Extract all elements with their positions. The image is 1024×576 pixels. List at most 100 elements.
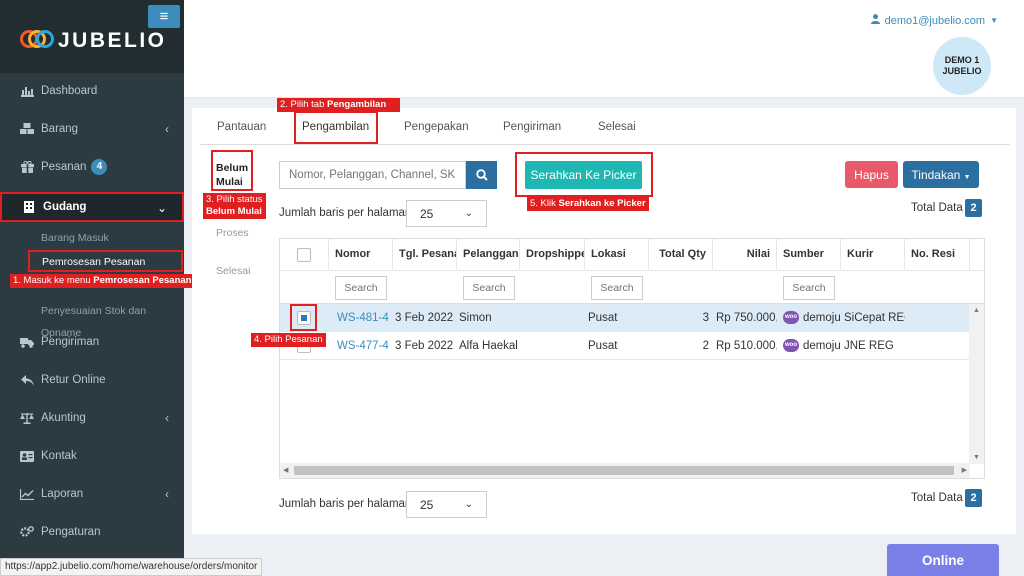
order-count-badge: 4 xyxy=(91,159,108,175)
chart-icon xyxy=(20,86,34,97)
sidebar-item-kontak[interactable]: Kontak xyxy=(0,437,184,475)
total-data-badge: 2 xyxy=(965,199,982,217)
sidebar-item-retur-online[interactable]: Retur Online xyxy=(0,361,184,399)
tab-pengepakan[interactable]: Pengepakan xyxy=(404,121,469,133)
sidebar-subitem-pemrosesan-pesanan[interactable]: Pemrosesan Pesanan xyxy=(28,250,183,272)
status-selesai[interactable]: Selesai xyxy=(216,265,250,277)
order-number-link[interactable]: WS-477-4 xyxy=(334,332,390,360)
source: woo demoju xyxy=(783,339,841,353)
horizontal-scroll-thumb[interactable] xyxy=(294,466,954,475)
sidebar-item-gudang[interactable]: Gudang ⌄ xyxy=(0,192,184,222)
highlight-status-belum-mulai xyxy=(211,150,253,191)
filter-pelanggan-input[interactable] xyxy=(463,276,515,300)
column-header-sumber[interactable]: Sumber xyxy=(777,239,841,270)
sidebar-item-label: Pengaturan xyxy=(41,526,101,538)
column-header-pelanggan[interactable]: Pelanggan xyxy=(457,239,520,270)
column-header-kurir[interactable]: Kurir xyxy=(841,239,905,270)
sidebar-item-akunting[interactable]: Akunting ‹ xyxy=(0,399,184,437)
scroll-right-icon[interactable]: ▶ xyxy=(962,466,967,474)
scroll-up-icon[interactable]: ▲ xyxy=(973,307,980,314)
filter-sumber-input[interactable] xyxy=(783,276,835,300)
line-chart-icon xyxy=(20,488,34,500)
sidebar-item-pengiriman[interactable]: Pengiriman xyxy=(0,323,184,361)
sidebar-subitem-penyesuaian-stok[interactable]: Penyesuaian Stok dan Opname xyxy=(0,300,184,339)
tab-pantauan[interactable]: Pantauan xyxy=(217,121,266,133)
order-date: 3 Feb 2022 0 xyxy=(395,340,456,352)
sidebar-item-label: Laporan xyxy=(41,488,84,500)
column-header-lokasi[interactable]: Lokasi xyxy=(585,239,649,270)
total-data-label: Total Data xyxy=(911,202,963,214)
balance-scale-icon xyxy=(20,412,34,424)
order-number-link[interactable]: WS-481-4 xyxy=(334,304,390,332)
column-header-nomor[interactable]: Nomor xyxy=(329,239,393,270)
scroll-left-icon[interactable]: ◀ xyxy=(283,466,288,474)
sidebar-item-laporan[interactable]: Laporan ‹ xyxy=(0,475,184,513)
table-row[interactable]: WS-481-4 3 Feb 2022 0 Simon Pusat 3 Rp 7… xyxy=(280,304,970,332)
horizontal-scrollbar[interactable]: ◀ ▶ xyxy=(280,463,970,478)
filter-lokasi-input[interactable] xyxy=(591,276,643,300)
total-data-label-bottom: Total Data xyxy=(911,492,963,504)
rows-per-page-select[interactable]: 25 ⌄ xyxy=(406,200,487,227)
tab-selesai[interactable]: Selesai xyxy=(598,121,636,133)
sidebar-item-label: Gudang xyxy=(43,201,87,213)
tab-pengiriman[interactable]: Pengiriman xyxy=(503,121,561,133)
sidebar-subitem-barang-masuk[interactable]: Barang Masuk xyxy=(0,227,184,249)
scroll-down-icon[interactable]: ▼ xyxy=(973,454,980,461)
top-header: demo1@jubelio.com ▼ DEMO 1 JUBELIO xyxy=(184,0,1024,98)
customer-name: Simon xyxy=(459,312,492,324)
source: woo demoju xyxy=(783,311,841,325)
hapus-button[interactable]: Hapus xyxy=(845,161,898,188)
chevron-down-icon: ⌄ xyxy=(156,201,167,215)
online-chat-button[interactable]: Online xyxy=(887,544,999,576)
annotation-step-4: 4. Pilih Pesanan xyxy=(251,333,326,347)
sidebar-item-label: Retur Online xyxy=(41,374,106,386)
filter-nomor-input[interactable] xyxy=(335,276,387,300)
gift-icon xyxy=(20,161,34,173)
woocommerce-icon: woo xyxy=(783,311,799,325)
avatar[interactable]: DEMO 1 JUBELIO xyxy=(933,37,991,95)
location: Pusat xyxy=(588,340,618,352)
order-value: Rp 750.000, xyxy=(716,312,777,324)
tindakan-button[interactable]: Tindakan ▼ xyxy=(903,161,979,188)
annotation-step-3: 3. Pilih status Belum Mulai xyxy=(203,193,266,219)
chevron-down-icon: ⌄ xyxy=(464,499,473,510)
sidebar-item-label: Dashboard xyxy=(41,85,98,97)
cubes-icon xyxy=(20,123,34,135)
column-header-no-resi[interactable]: No. Resi xyxy=(905,239,970,270)
user-icon xyxy=(870,14,880,27)
column-header-dropshipper[interactable]: Dropshipper xyxy=(520,239,585,270)
vertical-scrollbar[interactable]: ▲ ▼ xyxy=(969,304,984,464)
search-input[interactable] xyxy=(279,161,466,189)
sidebar-item-label: Akunting xyxy=(41,412,86,424)
sidebar-item-pesanan[interactable]: Pesanan 4 xyxy=(0,148,184,186)
sidebar-item-label: Kontak xyxy=(41,450,77,462)
column-header-total-qty[interactable]: Total Qty xyxy=(649,239,713,270)
column-header-nilai[interactable]: Nilai xyxy=(713,239,777,270)
order-date: 3 Feb 2022 0 xyxy=(395,312,456,324)
column-header-tgl-pesanan[interactable]: Tgl. Pesanan xyxy=(393,239,457,270)
brand-name: JUBELIO xyxy=(58,29,167,52)
table-row[interactable]: WS-477-4 3 Feb 2022 0 Alfa Haekal Pusat … xyxy=(280,332,970,360)
menu-toggle-button[interactable]: ≡ xyxy=(148,5,180,28)
sidebar-item-label: Barang xyxy=(41,123,79,135)
sidebar-item-barang[interactable]: Barang ‹ xyxy=(0,110,184,148)
highlight-picker-button xyxy=(515,152,653,197)
customer-name: Alfa Haekal xyxy=(459,340,518,352)
search-button[interactable] xyxy=(466,161,497,189)
annotation-step-2: 2. Pilih tab Pengambilan xyxy=(277,98,401,112)
total-data-badge-bottom: 2 xyxy=(965,489,982,507)
sidebar: JUBELIO ≡ Dashboard Barang ‹ Pesanan 4 G… xyxy=(0,0,184,576)
highlight-tab-pengambilan xyxy=(294,111,378,144)
user-menu[interactable]: demo1@jubelio.com ▼ xyxy=(870,14,998,27)
select-all-checkbox[interactable] xyxy=(297,248,311,262)
sidebar-item-dashboard[interactable]: Dashboard xyxy=(0,72,184,110)
rows-per-page-select-bottom[interactable]: 25 ⌄ xyxy=(406,491,487,518)
browser-status-url: https://app2.jubelio.com/home/warehouse/… xyxy=(0,558,262,576)
sidebar-item-label: Pengiriman xyxy=(41,336,100,348)
total-qty: 2 xyxy=(702,340,709,352)
filter-row xyxy=(280,270,984,304)
sidebar-item-pengaturan[interactable]: Pengaturan xyxy=(0,513,184,551)
reply-icon xyxy=(20,374,34,386)
total-qty: 3 xyxy=(702,312,709,324)
status-proses[interactable]: Proses xyxy=(216,227,249,239)
